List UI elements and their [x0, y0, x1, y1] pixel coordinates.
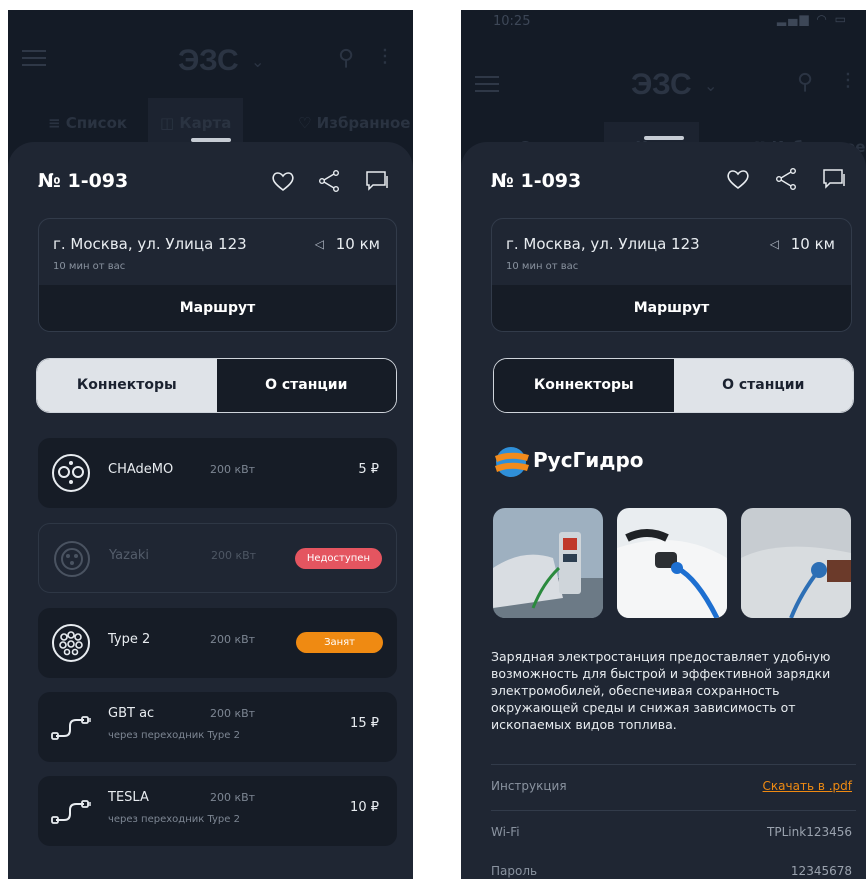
share-icon[interactable]	[316, 168, 342, 194]
favorite-heart-icon[interactable]	[270, 168, 296, 194]
chademo-plug-icon	[50, 452, 92, 494]
search-icon[interactable]: ⚲	[797, 70, 813, 95]
address-card: г. Москва, ул. Улица 123 10 мин от вас ◁…	[38, 218, 397, 332]
list-icon: ≡	[48, 114, 66, 132]
navigation-arrow-icon: ◁	[769, 237, 779, 251]
app-header: ЭЗС ⌄ ⚲ ⫶	[461, 10, 866, 110]
favorite-heart-icon[interactable]	[725, 166, 751, 192]
connector-power: 200 кВт	[210, 463, 256, 476]
info-label: Wi-Fi	[491, 825, 520, 839]
station-address: г. Москва, ул. Улица 123	[53, 235, 247, 253]
share-icon[interactable]	[773, 166, 799, 192]
info-row-password: Пароль 12345678	[491, 850, 856, 879]
connector-adapter-note: через переходник Type 2	[108, 730, 240, 741]
navigation-arrow-icon: ◁	[314, 237, 324, 251]
wifi-password: 12345678	[790, 864, 852, 878]
type2-plug-icon	[50, 622, 92, 664]
route-button[interactable]: Маршрут	[39, 285, 396, 331]
sheet-handle[interactable]	[190, 138, 231, 142]
connector-price: 10 ₽	[350, 800, 379, 815]
download-pdf-link[interactable]: Скачать в .pdf	[763, 779, 852, 793]
app-title: ЭЗС	[178, 44, 239, 77]
app-header: ЭЗС ⌄ ⚲ ⫶	[8, 10, 413, 110]
station-number: № 1-093	[38, 170, 129, 192]
adapter-cable-icon	[50, 790, 92, 832]
connector-card[interactable]: GBT ac через переходник Type 2 200 кВт 1…	[38, 692, 397, 762]
connector-power: 200 кВт	[210, 707, 256, 720]
station-address: г. Москва, ул. Улица 123	[506, 235, 700, 253]
wifi-name: TPLink123456	[767, 825, 852, 839]
station-sheet: № 1-093 г. Москва, ул. Улица 123 10 мин …	[461, 136, 866, 879]
connector-power: 200 кВт	[210, 633, 256, 646]
station-photo[interactable]	[617, 508, 727, 618]
station-photo[interactable]	[493, 508, 603, 618]
connector-name: CHAdeMO	[108, 462, 174, 477]
company-logo: РусГидро	[491, 440, 731, 484]
station-eta: 10 мин от вас	[506, 261, 579, 272]
section-switch: Коннекторы О станции	[36, 358, 397, 413]
comment-icon[interactable]	[821, 166, 847, 192]
tab-about-station[interactable]: О станции	[673, 359, 853, 412]
station-sheet: № 1-093 г. Москва, ул. Улица 123 10 мин …	[8, 138, 413, 879]
tab-connectors[interactable]: Коннекторы	[37, 359, 217, 412]
connector-name: GBT ac	[108, 706, 155, 721]
connector-adapter-note: через переходник Type 2	[108, 814, 240, 825]
tab-about-station[interactable]: О станции	[216, 359, 396, 412]
comment-icon[interactable]	[364, 168, 390, 194]
connector-name: Type 2	[108, 632, 151, 647]
app-title: ЭЗС	[631, 68, 692, 101]
heart-icon: ♡	[298, 114, 317, 132]
menu-icon[interactable]	[22, 50, 46, 66]
company-name: РусГидро	[533, 448, 644, 472]
station-distance: 10 км	[335, 235, 380, 253]
phone-screen-about: 10:25 ▂▄▆ ◠ ▭ ЭЗС ⌄ ⚲ ⫶ ≡ Список ◫ Карта…	[461, 10, 866, 879]
tab-list[interactable]: ≡ Список	[48, 114, 127, 132]
connector-power: 200 кВт	[211, 549, 257, 562]
tab-favorites[interactable]: ♡ Избранное	[298, 114, 410, 132]
filter-icon[interactable]: ⫶	[845, 70, 851, 95]
map-icon: ◫	[160, 114, 180, 132]
connector-power: 200 кВт	[210, 791, 256, 804]
connector-price: 15 ₽	[350, 716, 379, 731]
menu-icon[interactable]	[475, 76, 499, 92]
connector-price: 5 ₽	[358, 462, 379, 477]
station-eta: 10 мин от вас	[53, 261, 126, 272]
status-badge-unavailable: Недоступен	[294, 548, 382, 569]
station-number: № 1-093	[491, 170, 582, 192]
chevron-down-icon[interactable]: ⌄	[704, 76, 717, 95]
connector-card[interactable]: Type 2 200 кВт Занят	[38, 608, 397, 678]
adapter-cable-icon	[50, 706, 92, 748]
address-card: г. Москва, ул. Улица 123 10 мин от вас ◁…	[491, 218, 852, 332]
station-description: Зарядная электростанция предоставляет уд…	[491, 649, 831, 732]
connector-card[interactable]: TESLA через переходник Type 2 200 кВт 10…	[38, 776, 397, 846]
info-label: Пароль	[491, 864, 538, 878]
section-switch: Коннекторы О станции	[493, 358, 854, 413]
search-icon[interactable]: ⚲	[338, 46, 354, 71]
filter-icon[interactable]: ⫶	[382, 46, 388, 71]
sheet-handle[interactable]	[643, 136, 684, 140]
connector-name: TESLA	[108, 790, 149, 805]
info-row-instruction: Инструкция Скачать в .pdf	[491, 764, 856, 810]
rushydro-logo-icon	[495, 447, 529, 477]
status-badge-busy: Занят	[296, 632, 383, 653]
connector-name: Yazaki	[109, 548, 150, 563]
station-photo[interactable]	[741, 508, 851, 618]
connector-card[interactable]: CHAdeMO 200 кВт 5 ₽	[38, 438, 397, 508]
connector-card[interactable]: Yazaki 200 кВт Недоступен	[38, 523, 397, 593]
chevron-down-icon[interactable]: ⌄	[251, 52, 264, 71]
tab-connectors[interactable]: Коннекторы	[494, 359, 674, 412]
phone-screen-connectors: ЭЗС ⌄ ⚲ ⫶ ≡ Список ◫ Карта ♡ Избранное №…	[8, 10, 413, 879]
route-button[interactable]: Маршрут	[492, 285, 851, 331]
info-label: Инструкция	[491, 779, 567, 793]
station-distance: 10 км	[790, 235, 835, 253]
yazaki-plug-icon	[51, 538, 93, 580]
